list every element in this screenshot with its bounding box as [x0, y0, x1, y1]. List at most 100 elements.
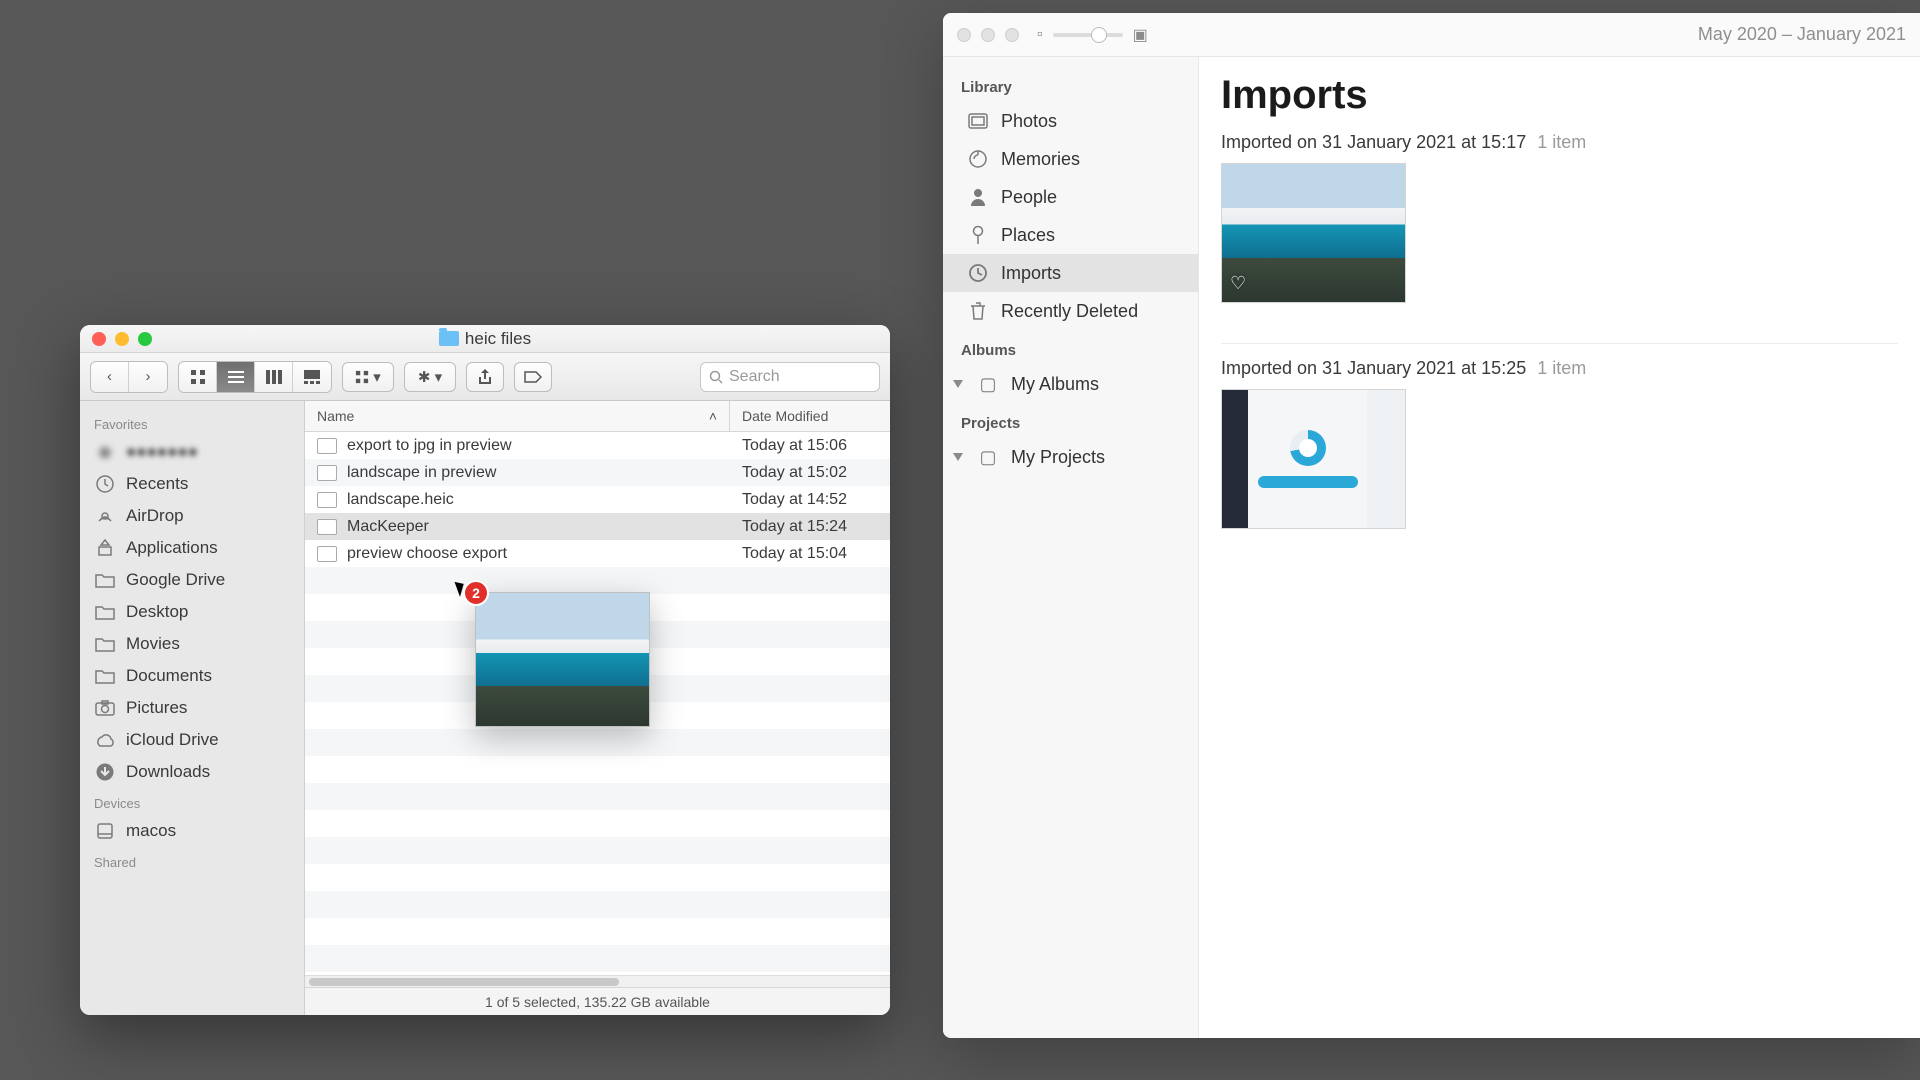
folder-icon: [94, 633, 116, 655]
action-button[interactable]: ✱ ▾: [404, 362, 456, 392]
scrollbar-thumb[interactable]: [309, 978, 619, 986]
sidebar-item-my-projects[interactable]: ▢ My Projects: [943, 438, 1198, 476]
search-placeholder: Search: [729, 368, 780, 386]
empty-row: [305, 756, 890, 783]
sidebar-item-places[interactable]: Places: [943, 216, 1198, 254]
file-row[interactable]: landscape in previewToday at 15:02: [305, 459, 890, 486]
thumbnail-size-controls: ▫ ▣: [1037, 25, 1148, 45]
sidebar-item-my-albums[interactable]: ▢ My Albums: [943, 365, 1198, 403]
sidebar-item-label: Memories: [1001, 149, 1080, 170]
date-column-header[interactable]: Date Modified: [730, 401, 890, 431]
sidebar-item-label: Recents: [126, 474, 188, 494]
sidebar-item-label: AirDrop: [126, 506, 184, 526]
sidebar-item-photos[interactable]: Photos: [943, 102, 1198, 140]
project-icon: ▢: [977, 446, 999, 468]
search-field[interactable]: Search: [700, 362, 880, 392]
sidebar-item-google-drive[interactable]: Google Drive: [80, 564, 304, 596]
file-row[interactable]: landscape.heicToday at 14:52: [305, 486, 890, 513]
file-row[interactable]: MacKeeper Today at 15:24: [305, 513, 890, 540]
sidebar-item-airdrop[interactable]: AirDrop: [80, 500, 304, 532]
finder-toolbar: ‹ › ▾ ✱ ▾: [80, 353, 890, 401]
file-date: Today at 15:24: [730, 518, 890, 536]
sidebar-item-memories[interactable]: Memories: [943, 140, 1198, 178]
sidebar-item-icloud-drive[interactable]: iCloud Drive: [80, 724, 304, 756]
file-list[interactable]: export to jpg in previewToday at 15:06la…: [305, 432, 890, 975]
horizontal-scrollbar[interactable]: [305, 975, 890, 987]
date-range-label: May 2020 – January 2021: [1698, 24, 1906, 45]
slider-knob[interactable]: [1091, 27, 1107, 43]
max-size-icon[interactable]: ▣: [1133, 25, 1148, 45]
sidebar-item-desktop[interactable]: Desktop: [80, 596, 304, 628]
finder-sidebar: Favorites ◉●●●●●●● RecentsAirDropApplica…: [80, 401, 305, 1015]
zoom-slider[interactable]: [1053, 33, 1123, 37]
window-title: heic files: [80, 329, 890, 349]
sidebar-item-pictures[interactable]: Pictures: [80, 692, 304, 724]
icon-view-button[interactable]: [179, 362, 217, 392]
column-view-button[interactable]: [255, 362, 293, 392]
search-icon: [709, 370, 723, 384]
tags-button[interactable]: [514, 362, 552, 392]
share-button[interactable]: [466, 362, 504, 392]
list-view-button[interactable]: [217, 362, 255, 392]
photo-thumbnail-1[interactable]: ♡: [1221, 163, 1406, 303]
sidebar-item-recents[interactable]: Recents: [80, 468, 304, 500]
zoom-button-inactive[interactable]: [1005, 28, 1019, 42]
arrange-button[interactable]: ▾: [342, 362, 394, 392]
my-albums-label: My Albums: [1011, 374, 1099, 395]
screenshot-progress-circle: [1290, 430, 1326, 466]
sidebar-item-applications[interactable]: Applications: [80, 532, 304, 564]
sidebar-item-documents[interactable]: Documents: [80, 660, 304, 692]
file-name: MacKeeper: [347, 518, 429, 536]
sidebar-item-macos[interactable]: macos: [80, 815, 304, 847]
folder-icon: [94, 665, 116, 687]
nav-buttons: ‹ ›: [90, 361, 168, 393]
sidebar-item-label: Places: [1001, 225, 1055, 246]
gallery-view-button[interactable]: [293, 362, 331, 392]
sidebar-item-movies[interactable]: Movies: [80, 628, 304, 660]
people-icon: [967, 186, 989, 208]
sidebar-item-label: macos: [126, 821, 176, 841]
sidebar-item-downloads[interactable]: Downloads: [80, 756, 304, 788]
clock-icon: [94, 473, 116, 495]
sidebar-item-label: Movies: [126, 634, 180, 654]
screenshot-mid: [1248, 390, 1367, 528]
library-header: Library: [943, 67, 1198, 102]
sidebar-item-label: Google Drive: [126, 570, 225, 590]
sidebar-item-hidden[interactable]: ◉●●●●●●●: [80, 436, 304, 468]
photos-sidebar: Library Photos Memories People Places Import…: [943, 57, 1199, 1038]
sidebar-item-label: Recently Deleted: [1001, 301, 1138, 322]
back-button[interactable]: ‹: [91, 362, 129, 392]
sidebar-item-label: iCloud Drive: [126, 730, 219, 750]
name-column-header[interactable]: Name ˄: [305, 401, 730, 431]
devices-header: Devices: [80, 788, 304, 815]
favorite-icon[interactable]: ♡: [1230, 273, 1246, 294]
airdrop-icon: [94, 505, 116, 527]
forward-button[interactable]: ›: [129, 362, 167, 392]
empty-row: [305, 918, 890, 945]
disk-icon: [94, 820, 116, 842]
drag-preview: 2: [475, 592, 650, 727]
photo-thumbnail-2[interactable]: [1221, 389, 1406, 529]
name-column-label: Name: [317, 408, 354, 424]
sidebar-item-imports[interactable]: Imports: [943, 254, 1198, 292]
photos-window-controls: [957, 28, 1019, 42]
file-icon: [317, 438, 337, 454]
screenshot-right-panel: [1367, 390, 1405, 528]
file-name: landscape in preview: [347, 464, 496, 482]
sidebar-item-recently-deleted[interactable]: Recently Deleted: [943, 292, 1198, 330]
folder-icon: [439, 331, 459, 346]
file-icon: [317, 546, 337, 562]
sidebar-item-people[interactable]: People: [943, 178, 1198, 216]
import-group-2-heading: Imported on 31 January 2021 at 15:25 1 i…: [1221, 358, 1898, 379]
minimize-button-inactive[interactable]: [981, 28, 995, 42]
file-row[interactable]: export to jpg in previewToday at 15:06: [305, 432, 890, 459]
sidebar-item-label: Desktop: [126, 602, 188, 622]
file-row[interactable]: preview choose exportToday at 15:04: [305, 540, 890, 567]
group-divider: [1221, 343, 1898, 344]
empty-row: [305, 945, 890, 972]
finder-body: Favorites ◉●●●●●●● RecentsAirDropApplica…: [80, 401, 890, 1015]
trash-icon: [967, 300, 989, 322]
empty-row: [305, 567, 890, 594]
min-size-icon[interactable]: ▫: [1037, 26, 1043, 44]
close-button-inactive[interactable]: [957, 28, 971, 42]
